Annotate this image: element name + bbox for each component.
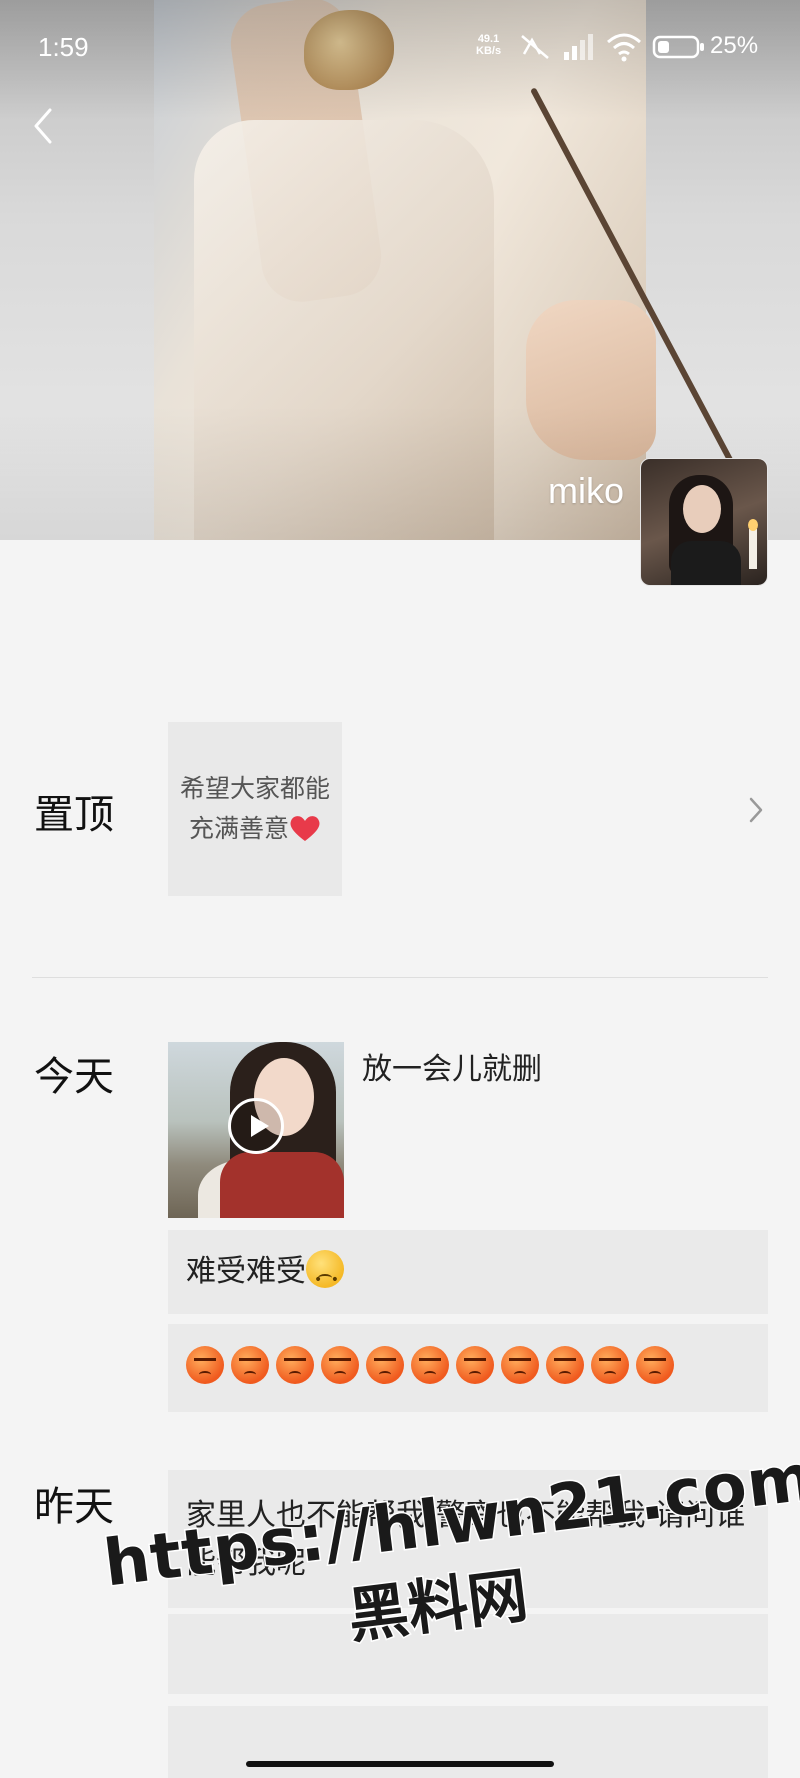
video-caption[interactable]: 放一会儿就删 [362,1044,542,1088]
post-card[interactable] [168,1324,768,1412]
angry-face-icon [591,1346,629,1384]
nfc-icon [521,35,549,59]
angry-face-row [186,1346,681,1385]
pinned-label: 置顶 [34,792,114,838]
yesterday-label: 昨天 [34,1484,114,1530]
net-speed: 49.1 KB/s [476,33,502,57]
chevron-right-icon[interactable] [748,796,764,824]
play-icon[interactable] [228,1098,284,1154]
pinned-post[interactable]: 希望大家都能充满善意 [168,722,342,896]
status-time: 1:59 [38,32,89,62]
back-button[interactable] [26,104,62,148]
angry-face-icon [411,1346,449,1384]
angry-face-icon [321,1346,359,1384]
home-indicator[interactable] [246,1761,554,1767]
battery-icon [652,35,704,59]
wifi-icon [607,33,641,62]
today-label: 今天 [34,1054,114,1100]
post-card[interactable] [168,1706,768,1778]
angry-face-icon [366,1346,404,1384]
post-card[interactable] [168,1614,768,1694]
chevron-left-icon [34,108,52,144]
username: miko [547,470,624,511]
angry-face-icon [231,1346,269,1384]
sad-face-icon [306,1250,344,1304]
status-bar: 1:59 49.1 KB/s 25% [0,0,800,96]
angry-face-icon [276,1346,314,1384]
angry-face-icon [501,1346,539,1384]
divider [32,977,768,978]
angry-face-icon [456,1346,494,1384]
signal-icon [564,34,593,60]
angry-face-icon [546,1346,584,1384]
angry-face-icon [636,1346,674,1384]
heart-icon [290,816,320,841]
angry-face-icon [186,1346,224,1384]
post-text: 家里人也不能帮我 警察也不能帮我 请问谁能帮我呢 [186,1498,746,1581]
post-card[interactable]: 难受难受 [168,1230,768,1314]
battery-level: 25% [710,32,759,59]
post-card[interactable]: 家里人也不能帮我 警察也不能帮我 请问谁能帮我呢 [168,1470,768,1608]
video-thumbnail[interactable] [168,1042,344,1218]
post-text: 难受难受 [186,1254,306,1289]
avatar[interactable] [640,458,768,586]
